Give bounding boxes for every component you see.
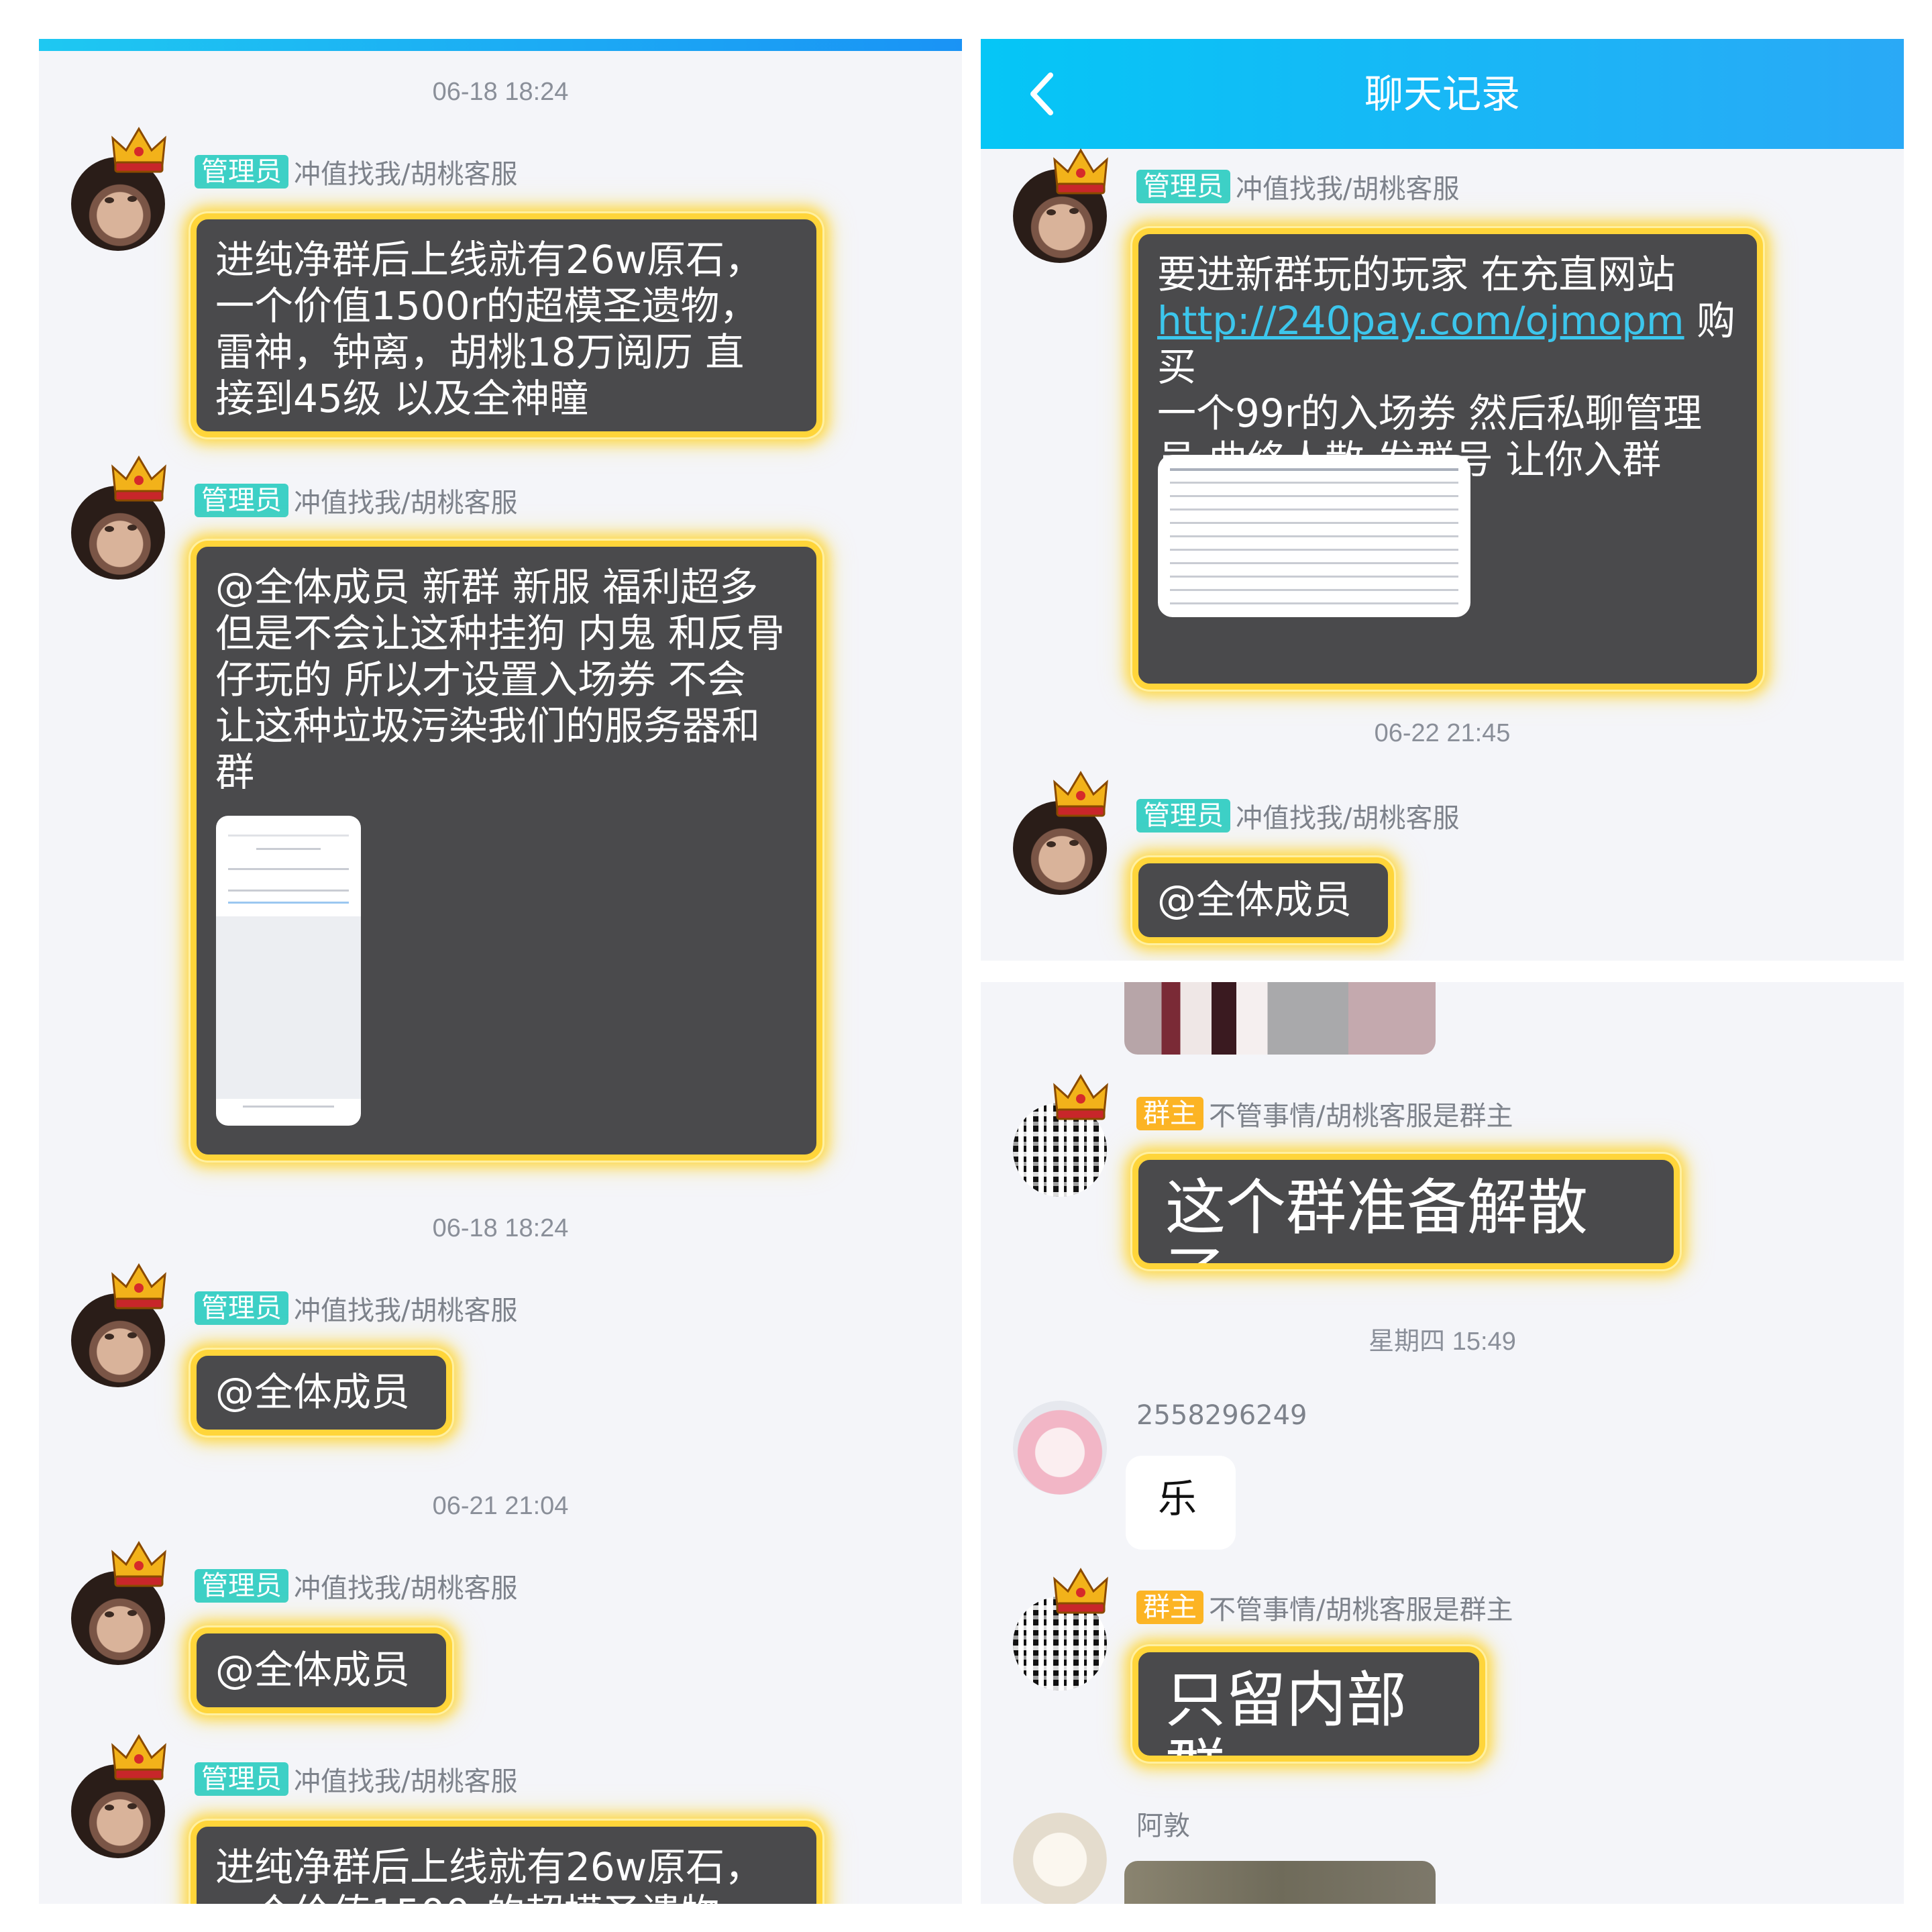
sender-line: 管理员 冲值找我/胡桃客服	[1136, 796, 1459, 835]
sender-name[interactable]: 冲值找我/胡桃客服	[294, 1289, 517, 1328]
image-thumbnail[interactable]	[1158, 455, 1470, 617]
top-accent-bar	[39, 39, 962, 51]
crown-icon	[1053, 1568, 1108, 1614]
image-thumbnail[interactable]	[216, 816, 361, 1126]
message-bubble[interactable]: 进纯净群后上线就有26w原石， 一个价值1500r的超模圣遗物，	[191, 1821, 822, 1904]
sender-name[interactable]: 不管事情/胡桃客服是群主	[1209, 1588, 1513, 1627]
message-text: @全体成员	[215, 1369, 411, 1415]
crown-icon	[1053, 771, 1108, 817]
sender-line: 管理员 冲值找我/胡桃客服	[195, 1566, 517, 1605]
message-bubble[interactable]: @全体成员	[1132, 857, 1394, 943]
admin-badge: 管理员	[195, 484, 288, 517]
admin-badge: 管理员	[195, 1569, 288, 1603]
message-line: 进纯净群后上线就有26w原石，	[215, 237, 764, 282]
admin-badge: 管理员	[195, 1762, 288, 1796]
sender-name[interactable]: 冲值找我/胡桃客服	[294, 1760, 517, 1799]
chat-panel-owner: 群主不管事情/胡桃客服是群主 这个群准备解散了 星期四 15:49 255829…	[981, 982, 1904, 1904]
sender-line: 管理员 冲值找我/胡桃客服	[195, 152, 517, 191]
message-line: 一个价值1500r的超模圣遗物，	[215, 1890, 798, 1904]
sender-name[interactable]: 冲值找我/胡桃客服	[294, 481, 517, 520]
message-bubble[interactable]: 只留内部群	[1132, 1646, 1485, 1762]
message-link[interactable]: http://240pay.com/ojmopm	[1157, 298, 1684, 343]
sender-line: 管理员 冲值找我/胡桃客服	[1136, 167, 1459, 206]
message-line: 群	[215, 749, 255, 795]
message-line: 接到45级 以及全神瞳	[215, 376, 589, 421]
nav-bar: 聊天记录	[981, 39, 1904, 149]
crown-icon	[111, 455, 166, 502]
message-text: @全体成员	[1157, 877, 1352, 922]
message-bubble[interactable]: 乐	[1126, 1456, 1236, 1550]
message-bubble[interactable]: 进纯净群后上线就有26w原石， 一个价值1500r的超模圣遗物， 雷神，钟离，胡…	[191, 213, 822, 437]
sender-line: 群主 不管事情/胡桃客服是群主	[1136, 1094, 1513, 1133]
message-line: 一个99r的入场券 然后私聊管理	[1157, 390, 1703, 436]
sender-line: 管理员 冲值找我/胡桃客服	[195, 1760, 517, 1799]
admin-badge: 管理员	[1136, 799, 1230, 833]
avatar[interactable]	[1013, 1813, 1107, 1904]
message-line: 但是不会让这种挂狗 内鬼 和反骨	[215, 610, 785, 656]
message-line: 要进新群玩的玩家 在充直网站	[1157, 252, 1676, 297]
avatar[interactable]	[1013, 1401, 1107, 1495]
crown-icon	[111, 127, 166, 173]
timestamp: 星期四 15:49	[1368, 1328, 1516, 1356]
message-line: 让这种垃圾污染我们的服务器和	[215, 703, 761, 749]
sender-name[interactable]: 阿敦	[1136, 1806, 1190, 1841]
sender-name[interactable]: 冲值找我/胡桃客服	[1236, 796, 1459, 835]
message-line: 仔玩的 所以才设置入场券 不会	[215, 657, 746, 702]
message-bubble[interactable]: @全体成员	[191, 1350, 452, 1436]
message-text: 这个群准备解散了	[1165, 1173, 1588, 1264]
timestamp: 06-22 21:45	[1374, 719, 1511, 747]
timestamp: 06-18 18:24	[432, 1214, 569, 1242]
chat-panel-history: 聊天记录 管理员 冲值找我/胡桃客服 要进新群玩的玩家 在充直网站 http://…	[981, 39, 1904, 961]
crown-icon	[111, 1541, 166, 1587]
owner-badge: 群主	[1136, 1097, 1203, 1130]
chat-panel-left: 06-18 18:24 管理员 冲值找我/胡桃客服 进纯净群后上线就有26w原石，…	[39, 39, 962, 1904]
sender-name[interactable]: 不管事情/胡桃客服是群主	[1209, 1094, 1513, 1133]
sticker-image[interactable]	[1124, 1861, 1436, 1904]
sender-name[interactable]: 冲值找我/胡桃客服	[1236, 167, 1459, 206]
sender-line: 群主 不管事情/胡桃客服是群主	[1136, 1590, 1513, 1625]
crown-icon	[1053, 148, 1108, 195]
message-line: @全体成员 新群 新服 福利超多	[215, 564, 759, 610]
page-title: 聊天记录	[1364, 71, 1520, 117]
message-text: 乐	[1158, 1476, 1197, 1521]
sender-name[interactable]: 冲值找我/胡桃客服	[294, 152, 517, 191]
message-line: 一个价值1500r的超模圣遗物，	[215, 283, 759, 329]
message-bubble[interactable]: @全体成员	[191, 1627, 452, 1713]
crown-icon	[1053, 1074, 1108, 1120]
sender-name[interactable]: 冲值找我/胡桃客服	[294, 1566, 517, 1605]
sender-line: 管理员 冲值找我/胡桃客服	[195, 481, 517, 520]
timestamp: 06-18 18:24	[432, 78, 569, 106]
sender-name[interactable]: 2558296249	[1136, 1398, 1307, 1433]
message-line: 进纯净群后上线就有26w原石，	[215, 1844, 764, 1890]
sticker-image[interactable]	[1124, 982, 1436, 1055]
message-text: 只留内部群	[1165, 1665, 1407, 1756]
admin-badge: 管理员	[195, 155, 288, 189]
message-bubble[interactable]: 这个群准备解散了	[1132, 1154, 1680, 1269]
crown-icon	[111, 1263, 166, 1309]
message-text: @全体成员	[215, 1647, 411, 1693]
crown-icon	[111, 1734, 166, 1780]
sender-line: 管理员 冲值找我/胡桃客服	[195, 1291, 517, 1326]
message-line: http://240pay.com/ojmopm 购买	[1157, 298, 1735, 390]
message-line: 雷神，钟离，胡桃18万阅历 直	[215, 329, 745, 375]
owner-badge: 群主	[1136, 1591, 1203, 1624]
timestamp: 06-21 21:04	[432, 1492, 569, 1520]
admin-badge: 管理员	[1136, 170, 1230, 203]
admin-badge: 管理员	[195, 1291, 288, 1325]
